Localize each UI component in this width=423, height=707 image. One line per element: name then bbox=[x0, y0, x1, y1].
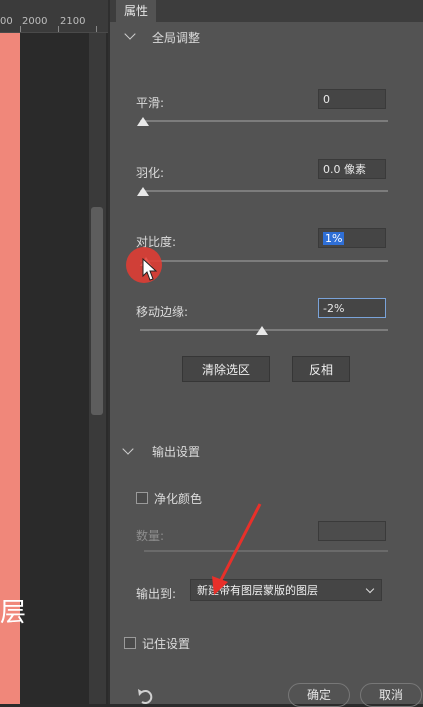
smooth-slider[interactable] bbox=[140, 120, 388, 122]
contrast-value: 1% bbox=[323, 232, 345, 245]
output-to-label: 输出到: bbox=[136, 587, 177, 601]
remember-label: 记住设置 bbox=[142, 637, 191, 651]
feather-slider[interactable] bbox=[140, 190, 388, 192]
clear-selection-button[interactable]: 清除选区 bbox=[182, 356, 270, 382]
section-output-settings[interactable]: 输出设置 bbox=[152, 443, 200, 460]
shift-edge-label: 移动边缘: bbox=[136, 305, 189, 319]
decontaminate-checkbox[interactable] bbox=[136, 492, 148, 504]
ok-button[interactable]: 确定 bbox=[288, 683, 350, 707]
contrast-field[interactable]: 1% bbox=[318, 228, 386, 248]
chevron-down-icon[interactable] bbox=[122, 443, 134, 455]
tab-properties[interactable]: 属性 bbox=[116, 0, 157, 22]
contrast-slider[interactable] bbox=[140, 260, 388, 262]
feather-field[interactable]: 0.0 像素 bbox=[318, 159, 386, 179]
annotation-arrow-icon bbox=[212, 503, 262, 595]
smooth-field[interactable]: 0 bbox=[318, 89, 386, 109]
section-global-adjust[interactable]: 全局调整 bbox=[152, 29, 200, 46]
canvas-background bbox=[20, 33, 90, 704]
reset-icon[interactable] bbox=[136, 686, 156, 704]
invert-button[interactable]: 反相 bbox=[292, 356, 350, 382]
ruler-label: 2100 bbox=[60, 16, 86, 27]
remember-checkbox[interactable] bbox=[124, 637, 136, 649]
ruler-label: 00 bbox=[0, 16, 13, 27]
chevron-down-icon[interactable] bbox=[124, 28, 136, 40]
feather-label: 羽化: bbox=[136, 166, 165, 180]
horizontal-ruler: 00 2000 2100 bbox=[0, 0, 108, 33]
amount-field[interactable] bbox=[318, 521, 386, 541]
smooth-label: 平滑: bbox=[136, 96, 165, 110]
smooth-slider-knob[interactable] bbox=[137, 117, 149, 126]
ruler-label: 2000 bbox=[22, 16, 48, 27]
decontaminate-label: 净化颜色 bbox=[154, 492, 203, 506]
panel-tabbar: 属性 bbox=[110, 0, 423, 22]
amount-label: 数量: bbox=[136, 529, 165, 543]
shift-edge-slider-knob[interactable] bbox=[256, 326, 268, 335]
mouse-pointer-icon bbox=[142, 258, 158, 281]
feather-slider-knob[interactable] bbox=[137, 187, 149, 196]
caption-text: 层 bbox=[0, 598, 27, 628]
cancel-button[interactable]: 取消 bbox=[360, 683, 422, 707]
chevron-down-icon bbox=[365, 584, 375, 594]
shift-edge-field[interactable]: -2% bbox=[318, 298, 386, 318]
scrollbar-thumb[interactable] bbox=[91, 207, 103, 415]
